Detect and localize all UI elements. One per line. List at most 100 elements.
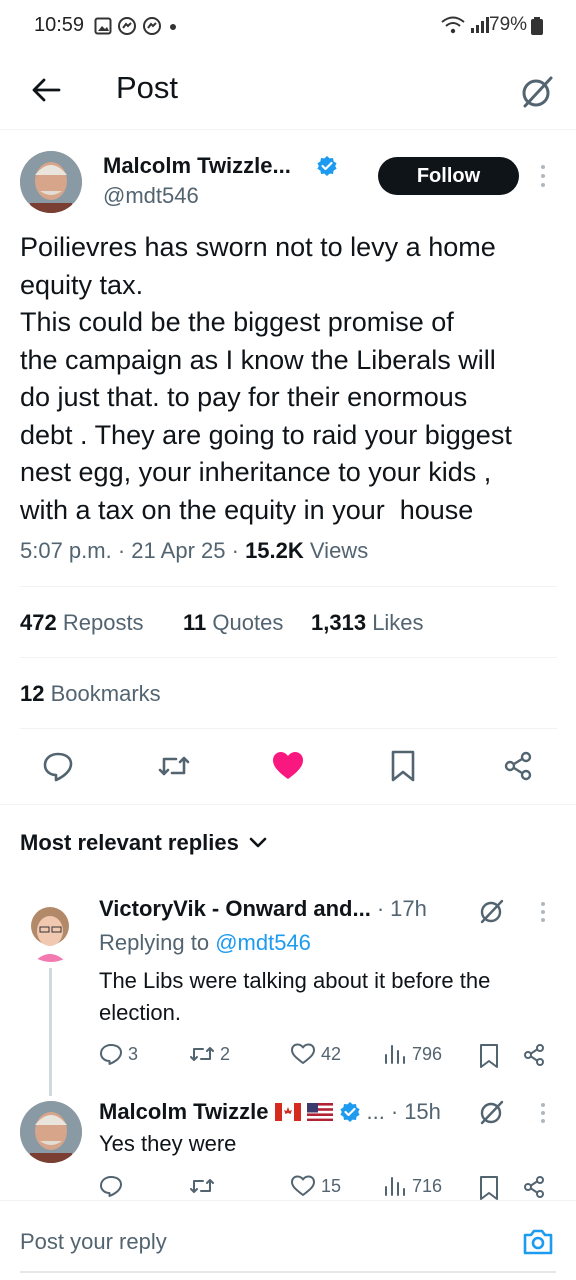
quotes-count: 11 [183, 610, 207, 635]
reposts-label: Reposts [62, 610, 144, 635]
repost-button[interactable] [154, 746, 194, 786]
follow-button[interactable]: Follow [378, 157, 519, 195]
replying-to-handle[interactable]: @mdt546 [215, 930, 311, 955]
usa-flag-icon [306, 1103, 333, 1121]
reply-views-button[interactable]: 796 [383, 1042, 442, 1066]
bookmark-icon[interactable] [478, 1175, 500, 1201]
reply-icon [100, 1044, 122, 1065]
chevron-down-icon [249, 837, 267, 848]
notification-icons [94, 16, 179, 36]
quotes-stat[interactable]: 11 Quotes [183, 610, 283, 636]
author-avatar[interactable] [20, 151, 82, 213]
sort-label: Most relevant replies [20, 830, 239, 855]
reply-view-count: 796 [412, 1043, 443, 1064]
post-views-count: 15.2K [245, 538, 304, 563]
grok-icon[interactable] [478, 1098, 506, 1126]
camera-button[interactable] [520, 1223, 556, 1259]
reply-avatar[interactable] [20, 900, 82, 962]
bookmark-icon[interactable] [478, 1043, 500, 1069]
heart-icon [291, 1175, 315, 1196]
more-options-icon[interactable] [537, 900, 549, 924]
reply-header: VictoryVik - Onward and... · 17h [99, 896, 427, 922]
bookmark-button[interactable] [383, 746, 423, 786]
author-portrait-icon [20, 151, 82, 213]
more-options-icon[interactable] [537, 1101, 549, 1125]
grok-icon[interactable] [478, 897, 506, 925]
reply-composer: Post your reply [0, 1200, 576, 1280]
share-icon [504, 751, 532, 781]
reply-avatar[interactable] [20, 1101, 82, 1163]
replies-sort-dropdown[interactable]: Most relevant replies [20, 830, 267, 856]
heart-icon [291, 1043, 315, 1064]
share-icon[interactable] [522, 1043, 546, 1067]
reply-text: Yes they were [99, 1131, 237, 1156]
reply-author-name[interactable]: Malcolm Twizzle [99, 1099, 269, 1125]
reply-reply-button[interactable] [99, 1174, 123, 1198]
reply-repost-count: 2 [220, 1043, 231, 1064]
author-name[interactable]: Malcolm Twizzle... [103, 153, 291, 179]
reply-input[interactable]: Post your reply [20, 1229, 167, 1255]
reply-view-count: 716 [412, 1175, 443, 1196]
reply-author-portrait-icon [20, 900, 82, 962]
bookmarks-stat[interactable]: 12 Bookmarks [20, 681, 161, 707]
reply-reply-count: 3 [128, 1043, 139, 1064]
post-meta: 5:07 p.m. · 21 Apr 25 · 15.2K Views [20, 538, 368, 564]
heart-icon [273, 752, 303, 779]
post-time: 5:07 p.m. [20, 538, 112, 563]
share-icon[interactable] [522, 1175, 546, 1199]
reply-text: The Libs were talking about it before th… [99, 968, 491, 1025]
messenger-icon-2 [143, 17, 161, 35]
repost-icon [190, 1179, 214, 1193]
divider [20, 586, 557, 587]
reply-reply-button[interactable]: 3 [99, 1042, 138, 1066]
grok-button[interactable] [515, 70, 559, 114]
status-time: 10:59 [34, 14, 85, 36]
back-arrow-icon [32, 78, 61, 102]
meta-separator: · [117, 538, 132, 563]
reply-icon [100, 1176, 122, 1197]
likes-stat[interactable]: 1,313 Likes [311, 610, 424, 636]
reply-icon [43, 752, 73, 782]
divider [20, 657, 557, 658]
reply-time: 17h [390, 896, 427, 921]
reply-name-ellipsis: ... [366, 1099, 385, 1124]
likes-count: 1,313 [311, 610, 367, 635]
reply-like-count: 42 [321, 1043, 342, 1064]
status-bar: 10:59 79% [0, 0, 576, 52]
messenger-icon [118, 17, 136, 35]
author-handle[interactable]: @mdt546 [103, 183, 199, 209]
repost-icon [190, 1047, 214, 1061]
reply-like-button[interactable]: 15 [290, 1174, 341, 1198]
reposts-count: 472 [20, 610, 57, 635]
battery-icon [531, 17, 543, 35]
section-divider [0, 804, 576, 805]
views-icon [385, 1177, 405, 1196]
like-button[interactable] [268, 746, 308, 786]
repost-icon [158, 756, 190, 776]
back-button[interactable] [26, 70, 66, 110]
reply-repost-button[interactable]: 2 [189, 1042, 230, 1066]
views-icon [385, 1045, 405, 1064]
verified-badge-icon [339, 1102, 360, 1122]
grok-icon [522, 76, 553, 108]
bookmarks-label: Bookmarks [50, 681, 161, 706]
battery-percent: 79% [489, 14, 528, 35]
bookmarks-count: 12 [20, 681, 45, 706]
reply-time-separator: · [390, 1099, 399, 1124]
bookmark-icon [391, 750, 415, 782]
quotes-label: Quotes [212, 610, 284, 635]
more-options-icon[interactable] [536, 163, 550, 189]
reply-repost-button[interactable] [189, 1174, 215, 1198]
reposts-stat[interactable]: 472 Reposts [20, 610, 144, 636]
share-button[interactable] [498, 746, 538, 786]
reply-views-button[interactable]: 716 [383, 1174, 442, 1198]
composer-underline [20, 1271, 556, 1273]
reply-author-portrait-icon [20, 1101, 82, 1163]
post-views-label: Views [309, 538, 369, 563]
reply-like-button[interactable]: 42 [290, 1042, 341, 1066]
reply-time: 15h [404, 1099, 441, 1124]
reply-button[interactable] [38, 746, 78, 786]
reply-author-name[interactable]: VictoryVik - Onward and... [99, 896, 371, 922]
connectivity-icons [440, 15, 490, 35]
reply-like-count: 15 [321, 1175, 342, 1196]
